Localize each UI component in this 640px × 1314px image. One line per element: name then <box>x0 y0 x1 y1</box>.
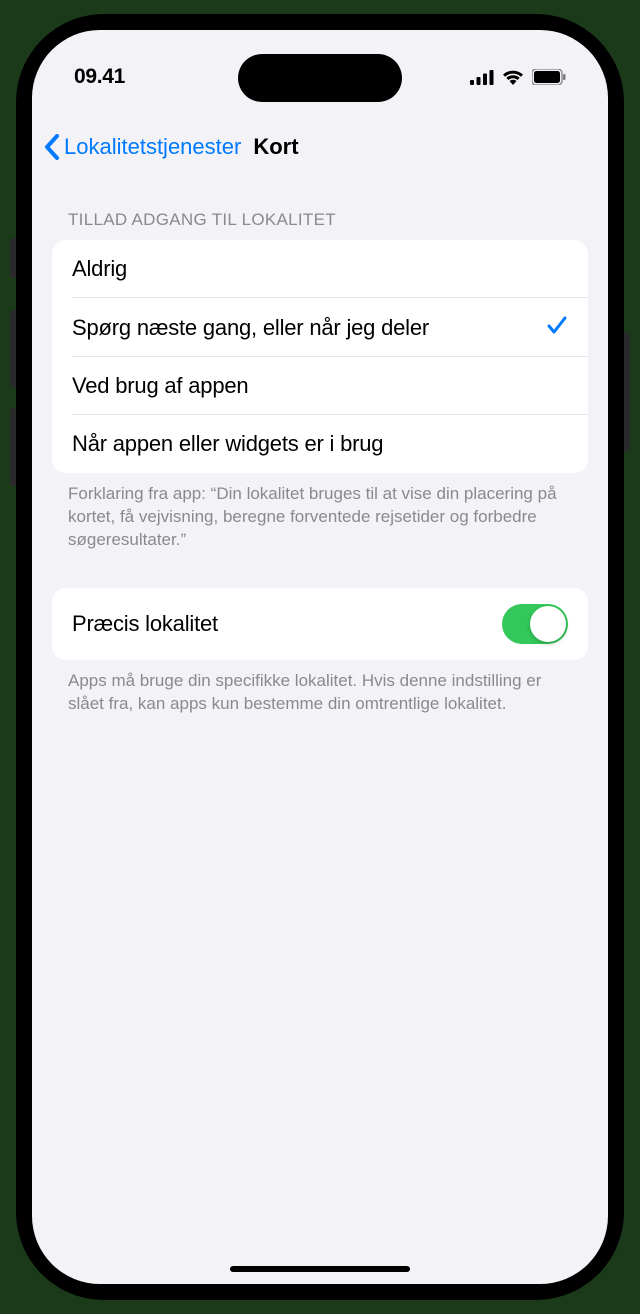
phone-bezel: 09.41 <box>22 20 618 1294</box>
battery-icon <box>532 69 566 85</box>
option-while-using[interactable]: Ved brug af appen <box>52 357 588 415</box>
dynamic-island <box>238 54 402 102</box>
home-indicator[interactable] <box>230 1266 410 1272</box>
cellular-signal-icon <box>470 70 494 85</box>
back-button[interactable]: Lokalitetstjenester <box>44 134 241 160</box>
phone-frame: 09.41 <box>16 14 624 1300</box>
option-label: Spørg næste gang, eller når jeg deler <box>72 315 429 341</box>
precise-location-toggle[interactable] <box>502 604 568 644</box>
power-button <box>624 332 630 452</box>
precise-location-label: Præcis lokalitet <box>72 611 218 637</box>
screen: 09.41 <box>32 30 608 1284</box>
option-app-or-widget[interactable]: Når appen eller widgets er i brug <box>52 415 588 473</box>
option-ask-next-time[interactable]: Spørg næste gang, eller når jeg deler <box>52 298 588 357</box>
checkmark-icon <box>546 314 568 341</box>
section-header-access: TILLAD ADGANG TIL LOKALITET <box>32 178 608 240</box>
page-title: Kort <box>253 134 298 160</box>
chevron-left-icon <box>44 134 62 160</box>
status-time: 09.41 <box>74 65 125 89</box>
back-label: Lokalitetstjenester <box>64 134 241 160</box>
navigation-bar: Lokalitetstjenester Kort <box>32 122 608 178</box>
precise-location-row[interactable]: Præcis lokalitet <box>52 588 588 660</box>
toggle-knob <box>530 606 566 642</box>
option-label: Ved brug af appen <box>72 373 248 399</box>
option-label: Aldrig <box>72 256 127 282</box>
status-icons <box>470 69 566 85</box>
precise-location-footer: Apps må bruge din specifikke lokalitet. … <box>32 660 608 716</box>
content-area: Lokalitetstjenester Kort TILLAD ADGANG T… <box>32 30 608 1284</box>
option-never[interactable]: Aldrig <box>52 240 588 298</box>
precise-location-group: Præcis lokalitet <box>52 588 588 660</box>
app-explanation-text: Forklaring fra app: “Din lokalitet bruge… <box>32 473 608 552</box>
location-access-options: Aldrig Spørg næste gang, eller når jeg d… <box>52 240 588 473</box>
wifi-icon <box>502 69 524 85</box>
option-label: Når appen eller widgets er i brug <box>72 431 383 457</box>
